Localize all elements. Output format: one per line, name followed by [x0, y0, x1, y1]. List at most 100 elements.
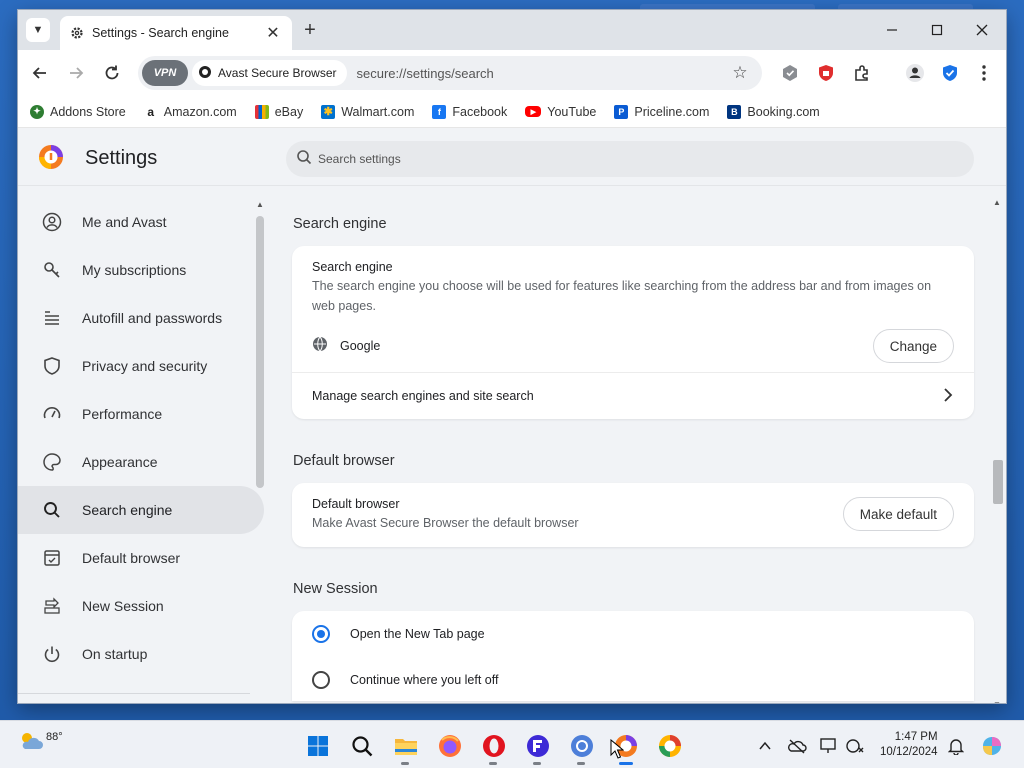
bookmark-priceline[interactable]: P Priceline.com	[614, 104, 710, 119]
default-browser-card: Default browser Make Avast Secure Browse…	[292, 483, 974, 547]
bookmark-label: Booking.com	[747, 104, 820, 119]
page-scrollbar[interactable]: ▲ ▼	[992, 198, 1003, 703]
weather-widget[interactable]: 88°	[18, 729, 63, 756]
running-indicator	[401, 762, 409, 765]
taskbar: 88° 1:47 PM 10/12/2024	[0, 720, 1024, 768]
security-shield-icon[interactable]	[940, 63, 960, 83]
radio-unselected[interactable]	[312, 671, 330, 689]
bookmark-facebook[interactable]: f Facebook	[432, 104, 508, 119]
scroll-up-icon[interactable]: ▲	[993, 198, 1001, 207]
tab-title: Settings - Search engine	[92, 26, 229, 40]
start-windows-icon[interactable]	[305, 733, 331, 759]
new-session-option-new-tab[interactable]: Open the New Tab page	[292, 611, 974, 657]
scroll-down-icon[interactable]: ▼	[256, 702, 264, 703]
browser-app-icon[interactable]	[525, 733, 551, 759]
address-bar[interactable]: VPN Avast Secure Browser secure://settin…	[138, 56, 762, 90]
section-title-default-browser: Default browser	[293, 453, 395, 469]
ebay-icon	[254, 104, 269, 119]
browser-icon	[42, 548, 62, 568]
avast-logo-icon	[198, 65, 212, 82]
bookmark-booking[interactable]: B Booking.com	[727, 104, 820, 119]
sidebar-item-my-subscriptions[interactable]: My subscriptions	[18, 246, 264, 294]
sidebar-scroll-thumb[interactable]	[256, 216, 264, 488]
profile-avatar-icon[interactable]	[905, 63, 925, 83]
firefox-icon[interactable]	[437, 733, 463, 759]
search-icon	[42, 500, 62, 520]
scroll-up-icon[interactable]: ▲	[256, 200, 264, 209]
settings-search[interactable]	[286, 141, 974, 177]
radio-selected[interactable]	[312, 625, 330, 643]
new-session-option-continue[interactable]: Continue where you left off	[292, 657, 974, 703]
sidebar-scrollbar[interactable]: ▲ ▼	[254, 200, 266, 703]
priceline-icon: P	[614, 104, 629, 119]
privacy-guard-icon[interactable]	[780, 63, 800, 83]
new-tab-button[interactable]: +	[300, 20, 320, 40]
close-window-button[interactable]	[970, 18, 994, 42]
minimize-button[interactable]	[880, 18, 904, 42]
bookmark-ebay[interactable]: eBay	[254, 104, 303, 119]
scroll-down-icon[interactable]: ▼	[993, 700, 1001, 703]
bookmark-label: Priceline.com	[634, 104, 710, 119]
site-info-chip[interactable]: Avast Secure Browser	[192, 60, 347, 86]
sidebar-item-label: Privacy and security	[82, 358, 208, 374]
vpn-button[interactable]: VPN	[142, 60, 188, 86]
mouse-cursor-icon	[610, 738, 625, 764]
make-default-button[interactable]: Make default	[842, 497, 954, 531]
file-explorer-icon[interactable]	[393, 733, 419, 759]
clock-date: 10/12/2024	[880, 746, 938, 758]
sidebar-item-me-and-avast[interactable]: Me and Avast	[18, 198, 264, 246]
maximize-button[interactable]	[925, 18, 949, 42]
chevron-up-icon[interactable]	[753, 733, 777, 759]
sidebar-item-label: Default browser	[82, 550, 181, 566]
avast-secure-browser-icon[interactable]	[657, 733, 683, 759]
bookmark-addons-store[interactable]: ✦ Addons Store	[30, 104, 126, 119]
copilot-icon[interactable]	[980, 733, 1004, 759]
sidebar-item-performance[interactable]: Performance	[18, 390, 264, 438]
back-button[interactable]	[28, 61, 52, 85]
sidebar-item-label: Autofill and passwords	[82, 310, 223, 326]
shield-icon	[42, 356, 62, 376]
forward-button[interactable]	[64, 61, 88, 85]
site-chip-label: Avast Secure Browser	[218, 66, 337, 80]
walmart-icon: ✱	[321, 104, 336, 119]
adblock-shield-icon[interactable]	[816, 63, 836, 83]
bookmark-star-icon[interactable]: ☆	[726, 63, 754, 83]
list-icon	[42, 308, 62, 328]
url-text[interactable]: secure://settings/search	[357, 66, 727, 81]
addons-store-icon: ✦	[30, 104, 44, 119]
sidebar-item-search-engine[interactable]: Search engine	[18, 486, 264, 534]
sidebar-item-autofill[interactable]: Autofill and passwords	[18, 294, 264, 342]
bookmark-amazon[interactable]: a Amazon.com	[143, 104, 237, 119]
display-icon[interactable]	[817, 733, 841, 759]
close-tab-icon[interactable]: ✕	[264, 23, 282, 43]
new-session-card: Open the New Tab page Continue where you…	[292, 611, 974, 701]
bookmark-label: Walmart.com	[341, 104, 415, 119]
tab-settings[interactable]: Settings - Search engine ✕	[60, 16, 292, 50]
bookmark-walmart[interactable]: ✱ Walmart.com	[321, 104, 415, 119]
sidebar-item-privacy[interactable]: Privacy and security	[18, 342, 264, 390]
search-settings-input[interactable]	[318, 152, 918, 166]
system-clock[interactable]: 1:47 PM 10/12/2024	[880, 730, 938, 760]
onedrive-offline-icon[interactable]	[785, 733, 809, 759]
sidebar-item-new-session[interactable]: New Session	[18, 582, 264, 630]
network-offline-icon[interactable]	[843, 733, 867, 759]
bookmark-label: Facebook	[452, 104, 508, 119]
page-scroll-thumb[interactable]	[993, 460, 1003, 504]
sidebar-item-appearance[interactable]: Appearance	[18, 438, 264, 486]
change-search-engine-button[interactable]: Change	[872, 329, 954, 363]
sidebar-item-default-browser[interactable]: Default browser	[18, 534, 264, 582]
chromium-icon[interactable]	[569, 733, 595, 759]
manage-search-engines-row[interactable]: Manage search engines and site search	[292, 373, 974, 419]
taskbar-search-icon[interactable]	[349, 733, 375, 759]
reload-button[interactable]	[100, 61, 124, 85]
sidebar-item-on-startup[interactable]: On startup	[18, 630, 264, 678]
notification-bell-icon[interactable]	[944, 733, 968, 759]
tab-search-button[interactable]: ▼	[26, 18, 50, 42]
extensions-puzzle-icon[interactable]	[852, 63, 872, 83]
opera-icon[interactable]	[481, 733, 507, 759]
sidebar-item-label: New Session	[82, 598, 164, 614]
running-indicator	[533, 762, 541, 765]
bookmark-youtube[interactable]: ▶ YouTube	[525, 105, 596, 119]
amazon-icon: a	[143, 104, 158, 119]
menu-kebab-icon[interactable]	[974, 63, 994, 83]
